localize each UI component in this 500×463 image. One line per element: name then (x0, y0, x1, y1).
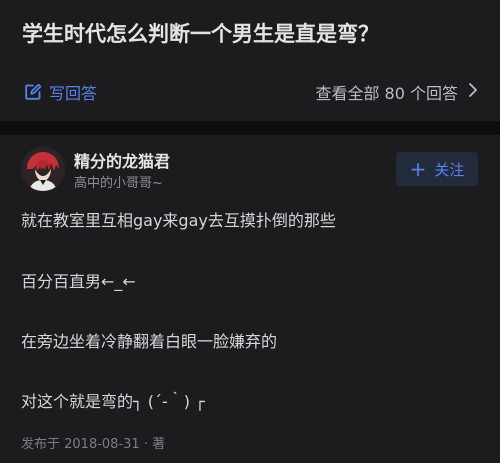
edit-icon (24, 83, 42, 101)
follow-label: 关注 (434, 160, 465, 179)
author-avatar[interactable] (21, 147, 65, 191)
plus-icon: + (409, 157, 427, 181)
answer-line: 对这个就是弯的┐ (´-｀) ┌ (21, 392, 205, 411)
question-title[interactable]: 学生时代怎么判断一个男生是直是弯？ (22, 19, 482, 49)
author-name[interactable]: 精分的龙猫君 (74, 148, 170, 172)
answer-line: 百分百直男←_← (21, 272, 136, 291)
follow-button[interactable]: + 关注 (396, 152, 478, 186)
answer-card[interactable]: 精分的龙猫君 高中的小哥哥~ + 关注 就在教室里互相gay来gay去互摸扑倒的… (0, 135, 500, 463)
question-card[interactable]: 学生时代怎么判断一个男生是直是弯？ 写回答 查看全部 80 个回答 (0, 0, 500, 121)
answer-line: 就在教室里互相gay来gay去互摸扑倒的那些 (21, 211, 336, 230)
publish-info: 发布于 2018-08-31 · 著 (21, 437, 166, 452)
section-divider (0, 121, 500, 135)
write-answer-button[interactable]: 写回答 (24, 80, 97, 104)
page: 学生时代怎么判断一个男生是直是弯？ 写回答 查看全部 80 个回答 精分的龙猫君… (0, 0, 500, 463)
write-answer-label: 写回答 (49, 84, 98, 103)
answer-line: 在旁边坐着冷静翻着白眼一脸嫌弃的 (21, 332, 278, 351)
view-all-label: 查看全部 80 个回答 (315, 84, 458, 103)
chevron-right-icon (468, 82, 478, 102)
view-all-answers-link[interactable]: 查看全部 80 个回答 (315, 80, 478, 104)
author-bio: 高中的小哥哥~ (74, 176, 163, 191)
